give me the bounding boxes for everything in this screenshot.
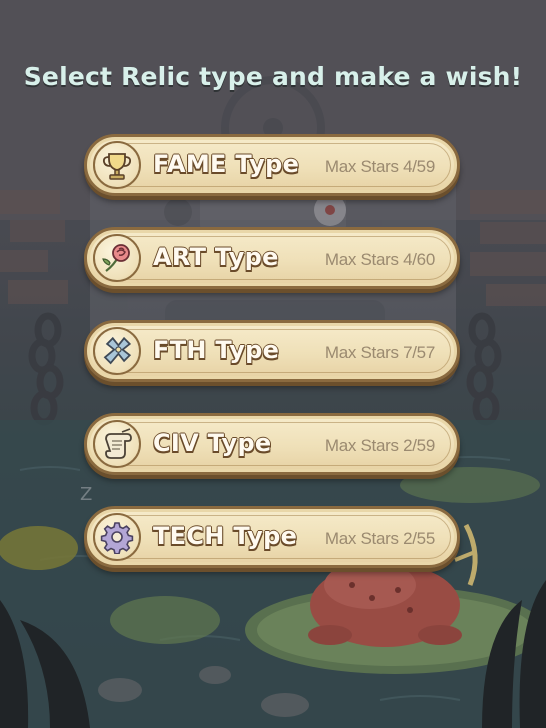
- trophy-icon: [93, 141, 141, 189]
- relic-button-tech[interactable]: TECH Type Max Stars 2/55: [84, 506, 460, 568]
- max-stars-label: Max Stars 7/57: [324, 343, 435, 362]
- relic-type-list: FAME Type Max Stars 4/59 ART Type Max St…: [84, 134, 462, 599]
- game-scene: Z Select Relic type and make a wish! FAM…: [0, 0, 546, 728]
- cross-icon: [93, 327, 141, 375]
- relic-name-label: TECH Type: [152, 522, 298, 551]
- relic-button-fth[interactable]: FTH Type Max Stars 7/57: [84, 320, 460, 382]
- relic-button-fame[interactable]: FAME Type Max Stars 4/59: [84, 134, 460, 196]
- gear-icon: [93, 513, 141, 561]
- rose-icon: [93, 234, 141, 282]
- relic-name-label: FAME Type: [152, 150, 300, 179]
- relic-name-label: CIV Type: [153, 429, 272, 458]
- relic-name-label: FTH Type: [152, 336, 280, 365]
- relic-button-art[interactable]: ART Type Max Stars 4/60: [84, 227, 460, 289]
- relic-button-civ[interactable]: CIV Type Max Stars 2/59: [84, 413, 460, 475]
- max-stars-label: Max Stars 4/59: [324, 157, 435, 176]
- max-stars-label: Max Stars 2/59: [324, 436, 435, 455]
- scroll-icon: [93, 420, 141, 468]
- relic-name-label: ART Type: [153, 243, 279, 272]
- max-stars-label: Max Stars 4/60: [324, 250, 435, 269]
- max-stars-label: Max Stars 2/55: [324, 529, 435, 548]
- page-title: Select Relic type and make a wish!: [23, 62, 523, 91]
